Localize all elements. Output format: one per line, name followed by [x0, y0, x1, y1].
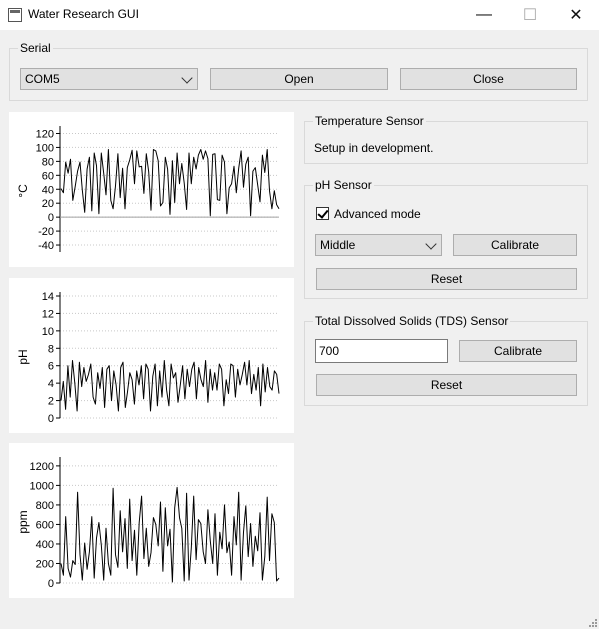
y-tick-label: 2: [48, 396, 54, 408]
open-button[interactable]: Open: [210, 68, 388, 90]
y-tick-label: 200: [36, 558, 54, 570]
ph-reset-button[interactable]: Reset: [316, 268, 577, 290]
advanced-mode-checkbox[interactable]: [316, 207, 329, 220]
y-tick-label: 1200: [30, 461, 54, 473]
y-tick-label: 0: [48, 212, 54, 224]
y-tick-label: 800: [36, 500, 54, 512]
tds-sensor-label: Total Dissolved Solids (TDS) Sensor: [313, 314, 511, 328]
y-tick-label: 8: [48, 343, 54, 355]
series-line: [60, 486, 280, 583]
ph-sensor-label: pH Sensor: [313, 178, 374, 192]
series-line: [60, 360, 280, 412]
y-tick-label: 4: [48, 378, 54, 390]
temperature-status: Setup in development.: [314, 141, 434, 155]
y-tick-label: 80: [42, 156, 54, 168]
y-tick-label: 100: [36, 142, 54, 154]
y-tick-label: -20: [38, 226, 54, 238]
minimize-button[interactable]: —: [461, 0, 507, 30]
y-tick-label: 40: [42, 184, 54, 196]
close-window-button[interactable]: ✕: [553, 0, 599, 30]
y-tick-label: -40: [38, 240, 54, 252]
tds-plot: 0 200 400 600 800 1000 1200 ppm: [9, 443, 294, 598]
series-line: [60, 149, 280, 217]
chevron-down-icon: [181, 72, 193, 84]
y-tick-label: 0: [48, 413, 54, 425]
y-tick-label: 1000: [30, 480, 54, 492]
ph-calibrate-button[interactable]: Calibrate: [453, 234, 577, 256]
y-tick-label: 600: [36, 519, 54, 531]
temperature-plot: -40 -20 0 20 40 60 80 100 120 °C: [9, 112, 294, 267]
serial-port-select[interactable]: COM5: [20, 68, 198, 90]
y-tick-label: 6: [48, 361, 54, 373]
close-button[interactable]: Close: [400, 68, 577, 90]
title-bar: Water Research GUI — ☐ ✕: [0, 0, 599, 30]
maximize-button[interactable]: ☐: [507, 0, 553, 30]
y-tick-label: 20: [42, 198, 54, 210]
ph-calibration-point-select[interactable]: Middle: [315, 234, 442, 256]
window-title: Water Research GUI: [28, 7, 139, 21]
y-tick-label: 120: [36, 128, 54, 140]
y-axis-title: °C: [16, 184, 30, 198]
y-axis-title: pH: [16, 349, 30, 364]
y-tick-label: 60: [42, 170, 54, 182]
y-tick-label: 0: [48, 578, 54, 590]
resize-grip-icon[interactable]: [587, 617, 597, 627]
ph-chart: 0 2 4 6 8 10 12 14 pH: [16, 291, 280, 425]
advanced-mode-label: Advanced mode: [334, 207, 421, 221]
serial-group-label: Serial: [18, 41, 53, 55]
tds-chart: 0 200 400 600 800 1000 1200 ppm: [16, 457, 280, 590]
serial-port-value: COM5: [25, 72, 60, 86]
tds-calibrate-button[interactable]: Calibrate: [459, 340, 577, 362]
temperature-sensor-label: Temperature Sensor: [313, 114, 426, 128]
chevron-down-icon: [425, 238, 437, 250]
ph-calibration-point-value: Middle: [320, 238, 356, 252]
tds-value-input[interactable]: 700: [315, 339, 448, 363]
temperature-chart: -40 -20 0 20 40 60 80 100 120 °C: [16, 126, 280, 252]
y-tick-label: 14: [42, 291, 54, 303]
y-tick-label: 10: [42, 326, 54, 338]
app-icon: [8, 8, 22, 22]
y-tick-label: 400: [36, 539, 54, 551]
y-axis-title: ppm: [16, 510, 30, 533]
y-tick-label: 12: [42, 308, 54, 320]
ph-plot: 0 2 4 6 8 10 12 14 pH: [9, 278, 294, 433]
tds-reset-button[interactable]: Reset: [316, 374, 577, 396]
